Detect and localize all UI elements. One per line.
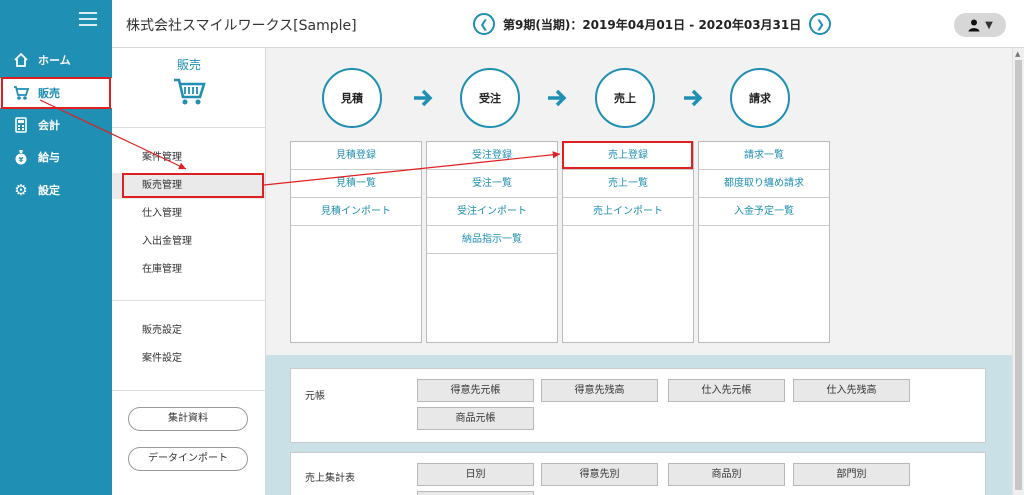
- sales-sidebar: 販売 案件管理 販売管理 仕入管理 入出金管理 在庫管理 販売設定 案件設定 集…: [112, 48, 266, 495]
- order-list-link[interactable]: 受注一覧: [427, 170, 557, 198]
- hamburger-menu-icon[interactable]: [79, 12, 97, 26]
- estimate-import-link[interactable]: 見積インポート: [291, 198, 421, 226]
- company-name: 株式会社スマイルワークス[Sample]: [126, 18, 357, 34]
- user-icon: [968, 19, 980, 32]
- payment-schedule-list-link[interactable]: 入金予定一覧: [699, 198, 829, 226]
- sidebar-item-purchasing[interactable]: 仕入管理: [112, 201, 265, 227]
- sidebar-item-sales-settings[interactable]: 販売設定: [112, 318, 265, 344]
- flow-step-estimate: 見積: [322, 68, 382, 128]
- vertical-scrollbar[interactable]: ▲: [1012, 48, 1024, 495]
- calculator-icon: [13, 117, 29, 133]
- sidebar-item-projects[interactable]: 案件管理: [112, 145, 265, 171]
- arrow-right-icon: [684, 89, 703, 107]
- order-column: 受注登録 受注一覧 受注インポート 納品指示一覧: [426, 141, 558, 343]
- nav-label: 会計: [38, 119, 60, 132]
- chevron-left-icon[interactable]: ❮: [473, 13, 495, 35]
- flow-step-billing: 請求: [730, 68, 790, 128]
- flow-step-sales: 売上: [595, 68, 655, 128]
- nav-label: ホーム: [38, 54, 71, 67]
- partial-report-button[interactable]: [417, 491, 534, 495]
- money-bag-icon: ¥: [13, 149, 29, 165]
- by-customer-button[interactable]: 得意先別: [541, 463, 658, 486]
- main-content: 見積 受注 売上 請求 見積登録 見積一覧 見積インポート 受注登録 受注一覧 …: [266, 48, 1012, 495]
- sidebar-title: 販売: [176, 58, 201, 72]
- ad-hoc-billing-link[interactable]: 都度取り纏め請求: [699, 170, 829, 198]
- sales-summary-panel: 売上集計表 日別 得意先別 商品別 部門別: [290, 452, 986, 495]
- highlight-box-sales-management: [122, 173, 264, 198]
- order-import-link[interactable]: 受注インポート: [427, 198, 557, 226]
- order-register-link[interactable]: 受注登録: [427, 142, 557, 170]
- nav-label: 設定: [38, 184, 60, 197]
- by-department-button[interactable]: 部門別: [793, 463, 910, 486]
- nav-item-home[interactable]: ホーム: [0, 45, 112, 75]
- sidebar-item-payments[interactable]: 入出金管理: [112, 229, 265, 255]
- billing-column: 請求一覧 都度取り纏め請求 入金予定一覧: [698, 141, 830, 343]
- reports-area: 元帳 得意先元帳 得意先残高 仕入先元帳 仕入先残高 商品元帳 売上集計表 日別…: [266, 355, 1012, 495]
- arrow-right-icon: [414, 89, 433, 107]
- nav-label: 給与: [38, 151, 60, 164]
- fiscal-period-selector: ❮ 第9期(当期)：2019年04月01日 - 2020年03月31日 ❯: [473, 13, 832, 35]
- scrollbar-thumb[interactable]: [1015, 60, 1022, 490]
- top-header: 株式会社スマイルワークス[Sample] ❮ 第9期(当期)：2019年04月0…: [112, 0, 1024, 48]
- arrow-right-icon: [548, 89, 567, 107]
- highlight-box-sales-register: [562, 141, 693, 169]
- estimate-register-link[interactable]: 見積登録: [291, 142, 421, 170]
- fiscal-period-label: 第9期(当期)：2019年04月01日 - 2020年03月31日: [503, 17, 802, 32]
- customer-balance-button[interactable]: 得意先残高: [541, 379, 658, 402]
- svg-text:¥: ¥: [19, 156, 24, 164]
- nav-item-payroll[interactable]: ¥ 給与: [0, 142, 112, 172]
- by-product-button[interactable]: 商品別: [668, 463, 785, 486]
- sales-import-link[interactable]: 売上インポート: [563, 198, 693, 226]
- sidebar-item-inventory[interactable]: 在庫管理: [112, 257, 265, 283]
- customer-ledger-button[interactable]: 得意先元帳: [417, 379, 534, 402]
- supplier-balance-button[interactable]: 仕入先残高: [793, 379, 910, 402]
- summary-reports-button[interactable]: 集計資料: [128, 407, 248, 431]
- main-nav: ホーム 販売 会計 ¥ 給与 ⚙ 設定: [0, 0, 112, 495]
- chevron-right-icon[interactable]: ❯: [809, 13, 832, 35]
- nav-item-settings[interactable]: ⚙ 設定: [0, 175, 112, 205]
- data-import-button[interactable]: データインポート: [128, 447, 248, 471]
- daily-button[interactable]: 日別: [417, 463, 534, 486]
- ledger-title: 元帳: [305, 391, 325, 402]
- nav-item-accounting[interactable]: 会計: [0, 110, 112, 140]
- shopping-cart-icon: [174, 78, 206, 105]
- estimate-list-link[interactable]: 見積一覧: [291, 170, 421, 198]
- highlight-box-nav-sales: [1, 77, 111, 109]
- sales-list-link[interactable]: 売上一覧: [563, 170, 693, 198]
- supplier-ledger-button[interactable]: 仕入先元帳: [668, 379, 785, 402]
- delivery-instruction-list-link[interactable]: 納品指示一覧: [427, 226, 557, 254]
- sidebar-item-project-settings[interactable]: 案件設定: [112, 346, 265, 372]
- gear-icon: ⚙: [14, 181, 28, 199]
- home-icon: [13, 52, 29, 68]
- sales-summary-title: 売上集計表: [305, 473, 355, 484]
- flow-step-order: 受注: [460, 68, 520, 128]
- user-menu-button[interactable]: ▼: [954, 13, 1006, 37]
- sales-column: 売上登録 売上一覧 売上インポート: [562, 141, 694, 343]
- product-ledger-button[interactable]: 商品元帳: [417, 407, 534, 430]
- billing-list-link[interactable]: 請求一覧: [699, 142, 829, 170]
- estimate-column: 見積登録 見積一覧 見積インポート: [290, 141, 422, 343]
- chevron-down-icon: ▼: [985, 19, 993, 31]
- scroll-up-icon[interactable]: ▲: [1015, 50, 1020, 58]
- ledger-panel: 元帳 得意先元帳 得意先残高 仕入先元帳 仕入先残高 商品元帳: [290, 368, 986, 443]
